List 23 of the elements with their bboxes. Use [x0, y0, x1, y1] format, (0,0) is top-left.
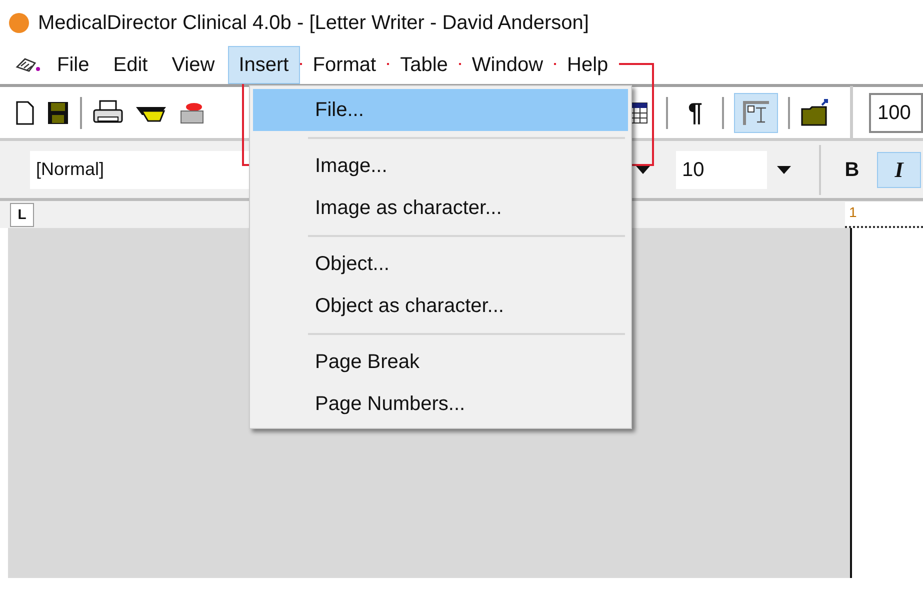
- menu-option[interactable]: Object...: [253, 243, 628, 285]
- menu-option[interactable]: Object as character...: [253, 285, 628, 327]
- bold-button[interactable]: B: [835, 152, 869, 188]
- menu-item[interactable]: Insert: [228, 46, 300, 84]
- frame-icon: [741, 98, 772, 126]
- save-icon[interactable]: [46, 100, 70, 126]
- dropdown-arrow-icon[interactable]: [777, 166, 791, 174]
- menu-option[interactable]: File...: [253, 89, 628, 131]
- italic-button[interactable]: I: [877, 152, 921, 188]
- menu-option[interactable]: Image...: [253, 145, 628, 187]
- ruler: 1: [845, 202, 923, 228]
- pilcrow-button[interactable]: ¶: [678, 93, 712, 132]
- tab-stop-button[interactable]: L: [10, 202, 34, 226]
- folder-icon[interactable]: [800, 98, 830, 126]
- menu-option[interactable]: Page Break: [253, 341, 628, 383]
- menu-option[interactable]: Page Numbers...: [253, 383, 628, 425]
- app-logo-icon: [8, 12, 30, 34]
- window-title: MedicalDirector Clinical 4.0b - [Letter Writer - David Anderson]: [38, 11, 589, 36]
- frame-button[interactable]: [734, 92, 778, 132]
- menu-option[interactable]: Image as character...: [253, 187, 628, 229]
- dropdown-arrow-icon[interactable]: [636, 166, 650, 174]
- new-document-icon[interactable]: [14, 100, 36, 126]
- font-size-combo[interactable]: 10: [676, 150, 801, 188]
